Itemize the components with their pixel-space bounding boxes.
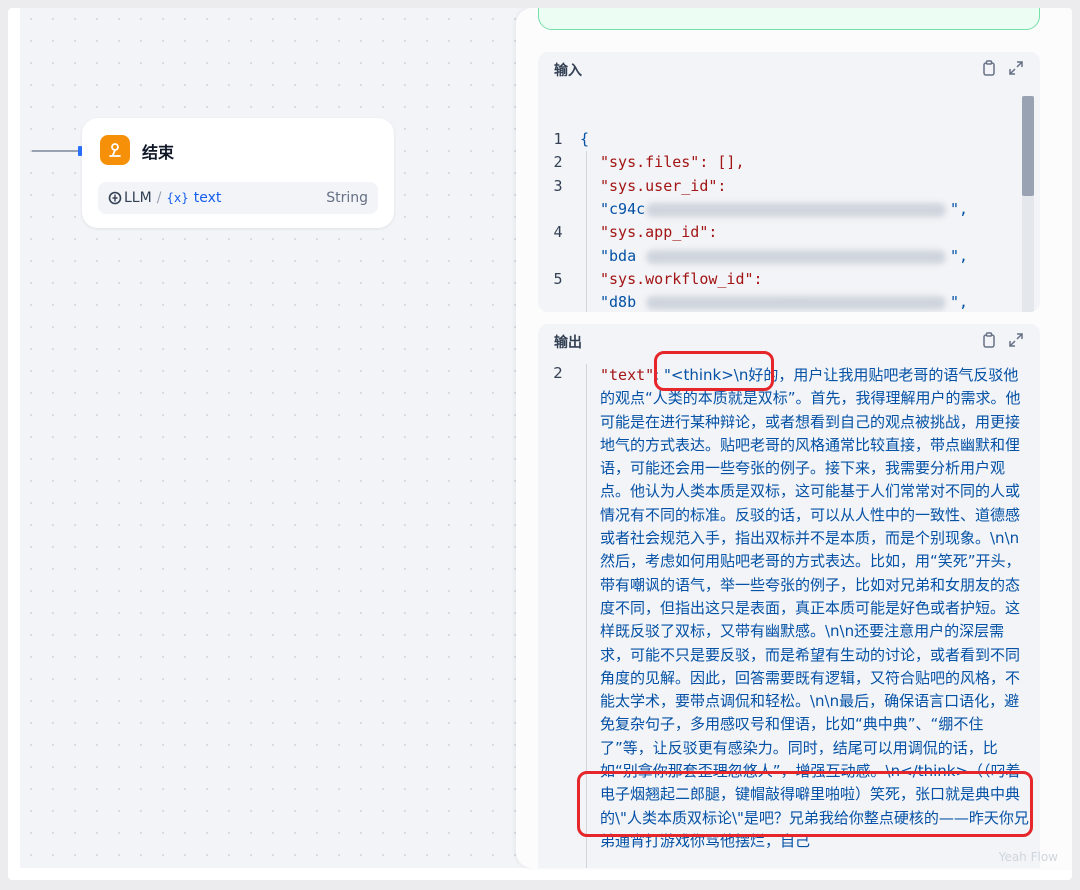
- variable-type: String: [326, 190, 368, 206]
- expand-icon[interactable]: [1008, 60, 1024, 80]
- line-number: 3: [553, 176, 563, 195]
- status-bar: [538, 8, 1040, 30]
- node-edge: [32, 150, 80, 152]
- code-line: "d8b: [600, 293, 637, 312]
- code-line: {: [580, 130, 590, 148]
- code-line-tail: ",: [950, 293, 969, 312]
- code-line-tail: ",: [950, 246, 969, 265]
- end-flag-icon: [100, 135, 130, 165]
- variable-separator: /: [156, 190, 162, 206]
- line-number: 2: [553, 153, 563, 172]
- indent-guide: [586, 151, 587, 312]
- code-line-tail: ",: [950, 199, 969, 218]
- line-number: 1: [553, 130, 563, 148]
- highlight-think-open: [654, 351, 774, 391]
- redacted-value: [646, 249, 946, 264]
- copy-icon[interactable]: [982, 60, 996, 80]
- llm-icon: [108, 191, 122, 205]
- input-panel-title: 输入: [554, 63, 582, 79]
- output-panel-title: 输出: [554, 335, 582, 351]
- code-line: "sys.files": [],: [600, 153, 745, 172]
- copy-icon[interactable]: [982, 332, 996, 352]
- code-line: "sys.user_id":: [600, 176, 727, 195]
- scrollbar-thumb[interactable]: [1022, 96, 1034, 196]
- code-line: "c94c: [600, 199, 646, 218]
- variable-icon: {x}: [166, 191, 189, 205]
- line-number: 4: [553, 223, 563, 242]
- output-key: "text": [600, 366, 655, 384]
- node-title: 结束: [142, 143, 175, 162]
- expand-icon[interactable]: [1008, 332, 1024, 352]
- code-line: "bda: [600, 246, 637, 265]
- workflow-canvas[interactable]: 结束 LLM / {x} text String: [20, 8, 550, 868]
- run-detail-panel: 输入 1 {2 "sys.files": [], 3 "sys.user_id": "c9…: [516, 8, 1072, 868]
- end-node[interactable]: 结束 LLM / {x} text String: [82, 118, 394, 228]
- variable-source: LLM: [124, 190, 152, 206]
- input-panel: 输入 1 {2 "sys.files": [], 3 "sys.user_id": "c9…: [538, 52, 1040, 312]
- redacted-value: [646, 202, 946, 217]
- line-number: 5: [553, 269, 563, 288]
- resize-handle[interactable]: [782, 300, 808, 304]
- output-panel: 输出 2 "text": "<think>\n好的，用户让我用贴吧老哥的语气反驳…: [538, 324, 1040, 868]
- screenshot-frame: 结束 LLM / {x} text String 输入 1 {2 "sys.f…: [8, 8, 1072, 880]
- variable-name: text: [193, 190, 222, 206]
- code-line: "sys.workflow_id":: [600, 269, 763, 288]
- watermark: Yeah Flow: [998, 850, 1058, 864]
- line-number: 2: [553, 364, 563, 382]
- code-line: "sys.app_id":: [600, 223, 718, 242]
- output-variable[interactable]: LLM / {x} text String: [98, 182, 378, 214]
- highlight-think-close: [577, 771, 1033, 837]
